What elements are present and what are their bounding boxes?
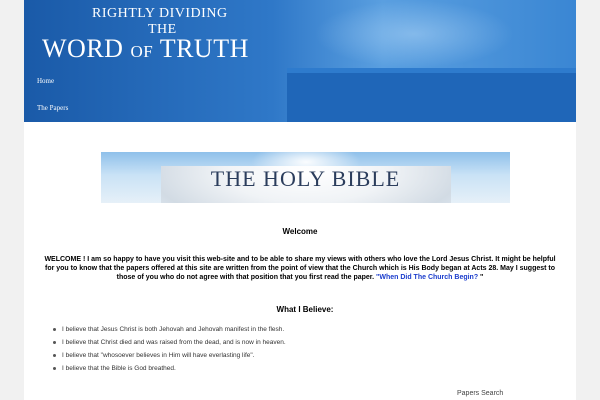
bullet-icon (53, 341, 56, 344)
list-item: I believe that "whosoever believes in Hi… (50, 351, 286, 364)
site-title[interactable]: RIGHTLY DIVIDING THE WORD OF TRUTH (24, 0, 314, 68)
belief-text: I believe that the Bible is God breathed… (62, 365, 176, 372)
list-item: I believe that the Bible is God breathed… (50, 364, 286, 377)
nav-band-highlight (287, 68, 576, 73)
nav-band (287, 68, 576, 122)
bullet-icon (53, 328, 56, 331)
banner-title: THE HOLY BIBLE (210, 166, 401, 191)
intro-paragraph: WELCOME ! I am so happy to have you visi… (44, 255, 556, 282)
holy-bible-banner: THE HOLY BIBLE (101, 152, 510, 203)
nav-papers-link[interactable]: The Papers (37, 104, 68, 112)
title-truth: TRUTH (159, 34, 249, 63)
what-i-believe-heading: What I Believe: (276, 305, 334, 314)
page-container: RIGHTLY DIVIDING THE WORD OF TRUTH Home … (24, 0, 576, 400)
belief-text: I believe that "whosoever believes in Hi… (62, 352, 255, 359)
bullet-icon (53, 367, 56, 370)
nav-home-link[interactable]: Home (37, 77, 54, 85)
beliefs-list: I believe that Jesus Christ is both Jeho… (50, 325, 286, 377)
welcome-heading: Welcome (282, 227, 318, 236)
belief-text: I believe that Jesus Christ is both Jeho… (62, 326, 285, 333)
title-word: WORD (42, 34, 124, 63)
header-glow (314, 0, 514, 68)
papers-search-heading: Papers Search (457, 390, 504, 397)
list-item: I believe that Christ died and was raise… (50, 338, 286, 351)
bullet-icon (53, 354, 56, 357)
title-word-of-truth: WORD OF TRUTH (42, 34, 249, 64)
title-of: OF (130, 42, 154, 61)
belief-text: I believe that Christ died and was raise… (62, 339, 286, 346)
site-header: RIGHTLY DIVIDING THE WORD OF TRUTH Home … (24, 0, 576, 122)
intro-end: " (478, 274, 484, 281)
title-line-rightly-dividing: RIGHTLY DIVIDING (92, 6, 228, 21)
when-did-church-begin-link[interactable]: "When Did The Church Begin? (376, 274, 478, 281)
list-item: I believe that Jesus Christ is both Jeho… (50, 325, 286, 338)
